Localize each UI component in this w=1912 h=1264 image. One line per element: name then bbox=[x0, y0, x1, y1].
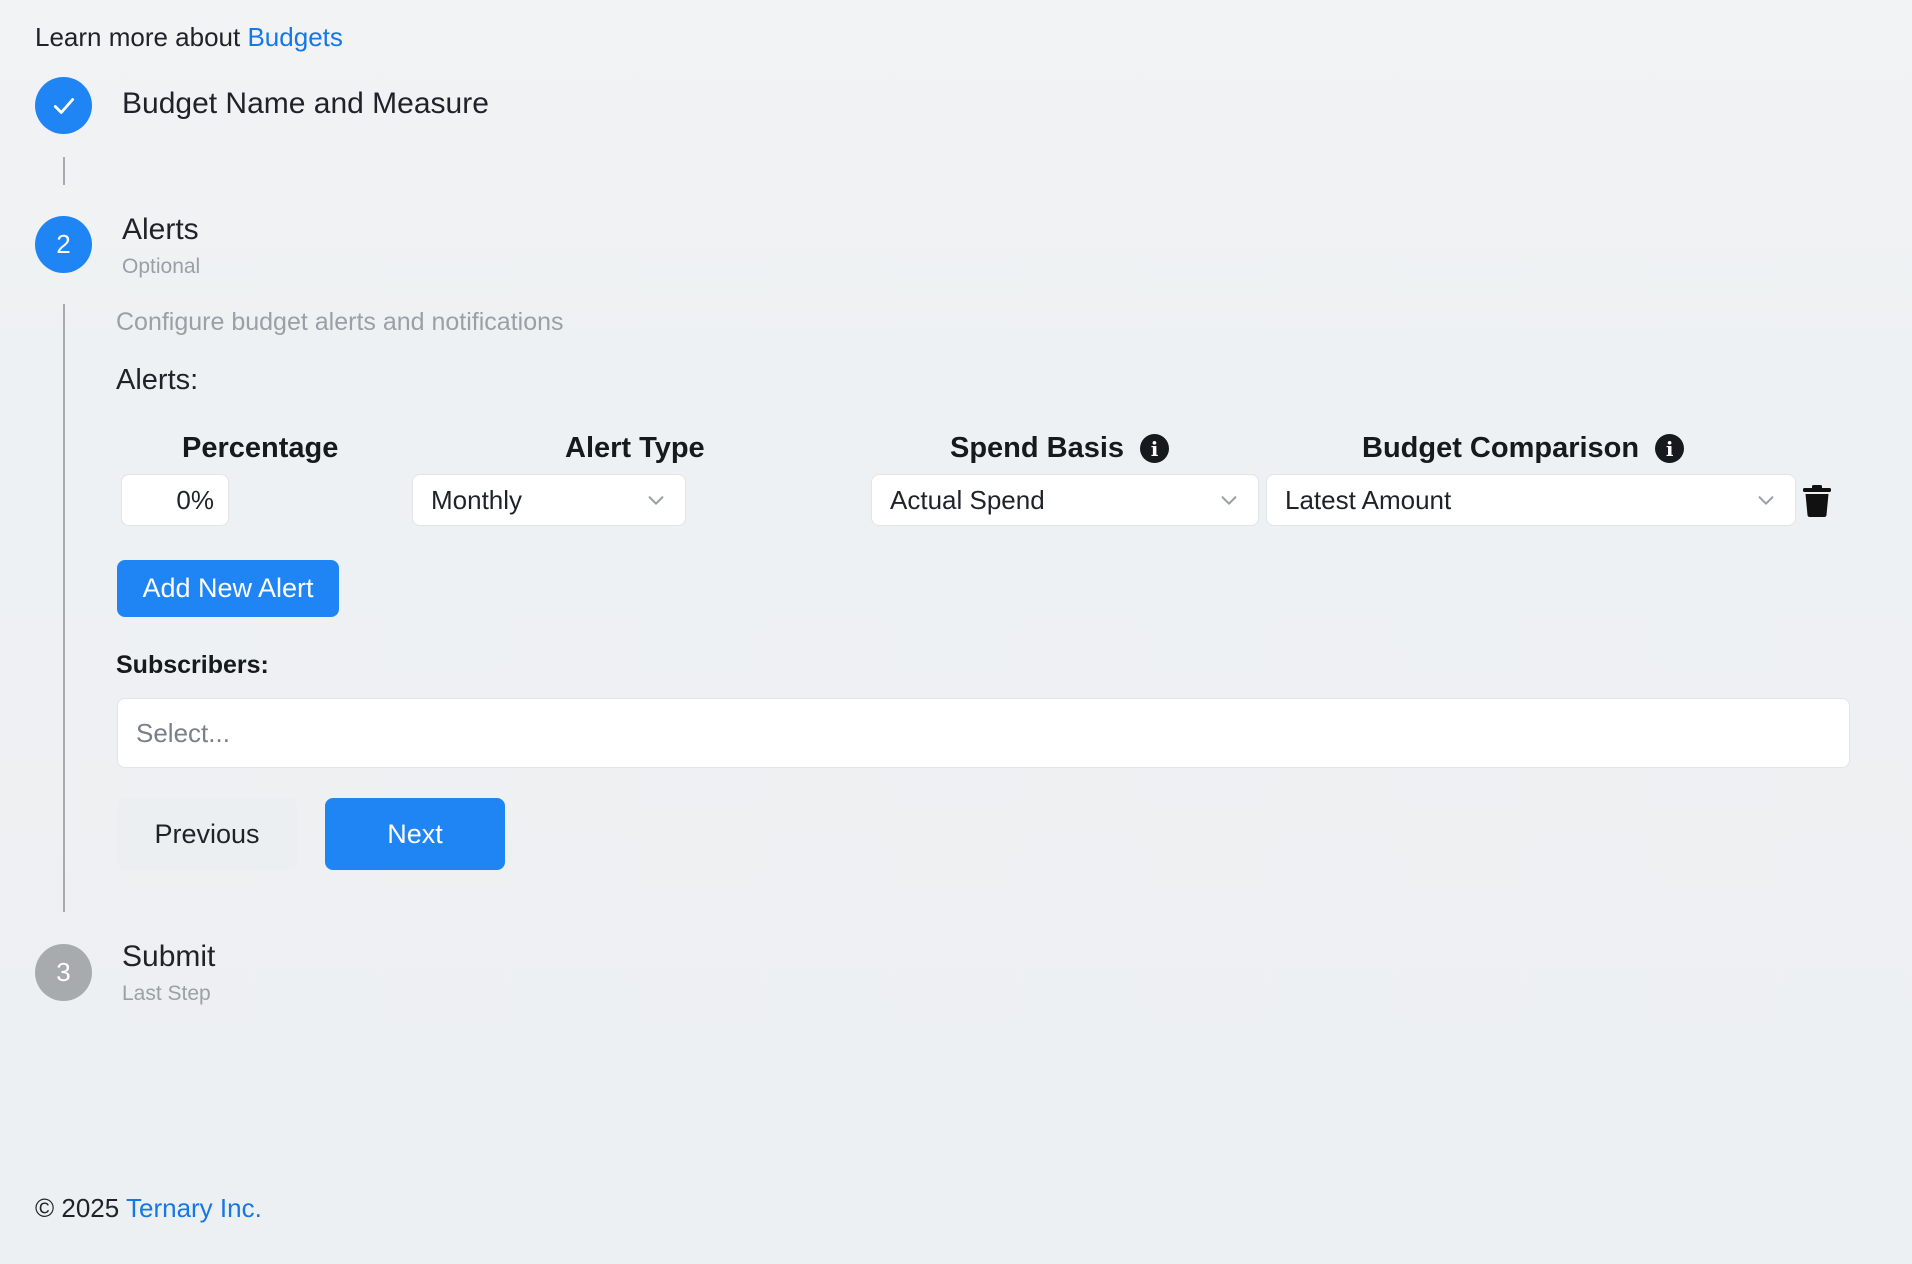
budgets-link[interactable]: Budgets bbox=[247, 22, 342, 52]
alert-type-header-label: Alert Type bbox=[565, 432, 705, 464]
step-2-title[interactable]: Alerts bbox=[122, 213, 199, 247]
info-icon[interactable]: i bbox=[1655, 434, 1685, 463]
step-2-subtitle: Optional bbox=[122, 255, 201, 278]
learn-more-prefix: Learn more about bbox=[35, 22, 248, 52]
chevron-down-icon bbox=[648, 496, 664, 505]
subscribers-placeholder: Select... bbox=[136, 717, 230, 748]
trash-icon[interactable] bbox=[1803, 485, 1831, 517]
company-link[interactable]: Ternary Inc. bbox=[126, 1193, 262, 1223]
step-connector-2 bbox=[63, 304, 65, 912]
percentage-column-header: Percentage bbox=[182, 432, 338, 465]
subscribers-label: Subscribers: bbox=[116, 651, 269, 679]
percentage-header-label: Percentage bbox=[182, 432, 339, 464]
spend-basis-column-header: Spend Basis i bbox=[950, 432, 1170, 465]
step-1-complete-indicator bbox=[35, 77, 92, 134]
step-3-title[interactable]: Submit bbox=[122, 940, 215, 974]
spend-basis-header-label: Spend Basis bbox=[950, 432, 1125, 464]
copyright-text: © 2025 bbox=[35, 1193, 126, 1223]
check-icon bbox=[53, 97, 74, 114]
step-3-indicator: 3 bbox=[35, 944, 92, 1001]
step-connector-1 bbox=[63, 157, 65, 185]
chevron-down-icon bbox=[1758, 496, 1774, 505]
footer: © 2025 Ternary Inc. bbox=[35, 1193, 262, 1224]
info-icon[interactable]: i bbox=[1140, 434, 1170, 463]
next-button[interactable]: Next bbox=[325, 798, 505, 870]
subscribers-select[interactable]: Select... bbox=[117, 698, 1850, 768]
alerts-description: Configure budget alerts and notification… bbox=[116, 308, 564, 336]
spend-basis-select[interactable]: Actual Spend bbox=[871, 474, 1259, 526]
alert-type-select[interactable]: Monthly bbox=[412, 474, 686, 526]
alerts-label: Alerts: bbox=[116, 364, 199, 396]
step-1-title[interactable]: Budget Name and Measure bbox=[122, 87, 489, 121]
budget-comparison-column-header: Budget Comparison i bbox=[1362, 432, 1685, 465]
budget-comparison-value: Latest Amount bbox=[1285, 484, 1452, 515]
step-3-subtitle: Last Step bbox=[122, 982, 211, 1005]
add-new-alert-button[interactable]: Add New Alert bbox=[117, 560, 339, 617]
budget-comparison-select[interactable]: Latest Amount bbox=[1266, 474, 1796, 526]
alert-type-value: Monthly bbox=[431, 484, 523, 515]
learn-more-text: Learn more about Budgets bbox=[35, 22, 343, 53]
chevron-down-icon bbox=[1221, 496, 1237, 505]
percentage-input[interactable]: 0% bbox=[121, 474, 229, 526]
spend-basis-value: Actual Spend bbox=[890, 484, 1045, 515]
alert-type-column-header: Alert Type bbox=[565, 432, 705, 465]
step-2-indicator: 2 bbox=[35, 216, 92, 273]
previous-button[interactable]: Previous bbox=[117, 798, 297, 870]
budget-comparison-header-label: Budget Comparison bbox=[1362, 432, 1640, 464]
